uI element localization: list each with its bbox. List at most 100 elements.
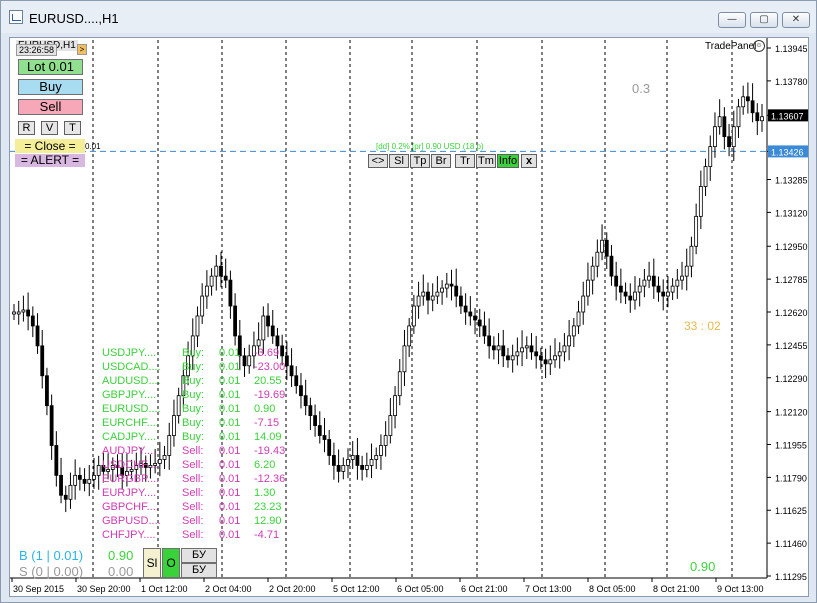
position-lot: 0.01 xyxy=(219,403,241,415)
close-window-button[interactable]: ✕ xyxy=(782,12,810,28)
candle-body xyxy=(233,305,238,337)
buy-summary: B (1 | 0.01) xyxy=(19,548,84,563)
expand-arrow-button[interactable]: > xyxy=(77,44,87,55)
position-row[interactable]: USDJPY.... Buy: 0.01 -3.69 xyxy=(102,347,302,360)
toolbar-info-button[interactable]: Info xyxy=(497,154,519,168)
t-button[interactable]: T xyxy=(64,121,81,135)
price-tick-label: 1.13945 xyxy=(775,44,808,54)
candle-body xyxy=(77,474,82,480)
candle-body xyxy=(538,355,543,361)
minimize-button[interactable]: — xyxy=(718,12,746,28)
candle-body xyxy=(618,285,623,293)
restore-button[interactable]: ▢ xyxy=(750,12,778,28)
position-pnl: 20.55 xyxy=(254,375,282,387)
candle-body xyxy=(647,275,651,281)
candle-body xyxy=(435,291,440,297)
toolbar-tp-button[interactable]: Tp xyxy=(410,154,430,168)
position-symbol: CHFJPY.... xyxy=(102,529,156,541)
position-row[interactable]: AUDJPY.... Sell: 0.01 -19.43 xyxy=(102,445,302,458)
summary-sl-button[interactable]: Sl xyxy=(143,548,161,578)
title-bar[interactable]: EURUSD....,H1 — ▢ ✕ xyxy=(1,1,816,33)
position-row[interactable]: EURCHF.... Buy: 0.01 -7.15 xyxy=(102,417,302,430)
toolbar-move-button[interactable]: <> xyxy=(368,154,388,168)
breakeven-button-2[interactable]: БУ xyxy=(181,563,217,578)
summary-o-button[interactable]: O xyxy=(162,548,180,578)
position-lot: 0.01 xyxy=(219,501,241,513)
toolbar-br-button[interactable]: Br xyxy=(431,154,451,168)
candle-body xyxy=(595,251,600,267)
candle-body xyxy=(703,166,708,187)
toolbar-tr-button[interactable]: Tr xyxy=(455,154,475,168)
time-tick-label: 6 Oct 21:00 xyxy=(461,584,508,594)
candle-body xyxy=(651,275,656,287)
candle-body xyxy=(548,359,553,365)
candle-body xyxy=(717,116,722,128)
breakeven-button-1[interactable]: БУ xyxy=(181,548,217,563)
spread-value: 0.3 xyxy=(632,81,651,96)
candle-body xyxy=(487,335,492,347)
position-side: Sell: xyxy=(182,529,204,541)
position-row[interactable]: GBPCHF.... Sell: 0.01 23.23 xyxy=(102,501,302,514)
candle-body xyxy=(223,275,228,281)
close-all-button[interactable]: = Close = xyxy=(15,139,85,153)
position-lot: 0.01 xyxy=(219,431,241,443)
position-row[interactable]: USDCAD.... Buy: 0.01 -23.00 xyxy=(102,361,302,374)
position-symbol: USDCAD.... xyxy=(102,361,161,373)
candle-body xyxy=(21,309,26,313)
candle-body xyxy=(473,315,477,321)
candle-body xyxy=(92,474,96,480)
position-pnl: 12.90 xyxy=(254,515,282,527)
position-side: Sell: xyxy=(182,445,204,457)
window-title: EURUSD....,H1 xyxy=(29,11,119,26)
lot-button[interactable]: Lot 0.01 xyxy=(18,59,83,75)
position-lot: 0.01 xyxy=(219,515,241,527)
candle-body xyxy=(604,239,609,257)
position-side: Sell: xyxy=(182,501,204,513)
candle-body xyxy=(506,355,510,361)
smile-icon[interactable]: ☺ xyxy=(753,40,765,52)
candle-body xyxy=(689,245,694,267)
sell-button[interactable]: Sell xyxy=(18,99,83,115)
position-side: Buy: xyxy=(182,417,205,429)
toolbar-tm-button[interactable]: Tm xyxy=(476,154,496,168)
buy-button[interactable]: Buy xyxy=(18,79,83,95)
candle-body xyxy=(609,255,614,277)
price-tick-label: 1.13120 xyxy=(775,208,808,218)
candle-body xyxy=(440,287,445,293)
position-row[interactable]: GBPUSD.... Sell: 0.01 12.90 xyxy=(102,515,302,528)
position-row[interactable]: CHFJPY.... Sell: 0.01 -4.71 xyxy=(102,529,302,542)
candle-body xyxy=(364,465,369,470)
toolbar-close-button[interactable]: x xyxy=(521,154,537,168)
position-row[interactable]: EURUSD.... Buy: 0.01 0.90 xyxy=(102,403,302,416)
v-button[interactable]: V xyxy=(41,121,58,135)
position-lot: 0.01 xyxy=(219,445,241,457)
position-row[interactable]: CADJPY.... Buy: 0.01 14.09 xyxy=(102,431,302,444)
candle-body xyxy=(195,315,200,337)
position-side: Sell: xyxy=(182,487,204,499)
position-row[interactable]: GBPJPY.... Buy: 0.01 -19.69 xyxy=(102,389,302,402)
sell-summary: S (0 | 0.00) xyxy=(19,564,84,579)
time-tick-label: 8 Oct 05:00 xyxy=(589,584,636,594)
candle-body xyxy=(727,136,731,148)
candle-body xyxy=(694,215,699,247)
candle-body xyxy=(214,265,219,277)
position-row[interactable]: EURJPY.... Sell: 0.01 1.30 xyxy=(102,487,302,500)
time-tick-label: 30 Sep 20:00 xyxy=(77,584,131,594)
position-symbol: GBPCHF.... xyxy=(102,501,159,513)
candle-body xyxy=(731,126,736,148)
position-row[interactable]: AUDUSD.... Buy: 0.01 20.55 xyxy=(102,375,302,388)
chart-area[interactable]: 1.13945 1.13780 1.13607 1.13426 1.13285 1.131… xyxy=(9,37,809,597)
candle-body xyxy=(571,325,576,337)
alert-button[interactable]: = ALERT = xyxy=(15,154,85,167)
toolbar-sl-button[interactable]: Sl xyxy=(389,154,409,168)
position-row[interactable]: EURGBP.... Sell: 0.01 -12.36 xyxy=(102,473,302,486)
candle-body xyxy=(491,345,496,351)
time-tick-label: 2 Oct 20:00 xyxy=(269,584,316,594)
position-symbol: GBPJPY.... xyxy=(102,389,157,401)
r-button[interactable]: R xyxy=(18,121,35,135)
time-tick-label: 6 Oct 05:00 xyxy=(397,584,444,594)
candle-body xyxy=(477,319,482,327)
line-info-text: [dd] 0.2% [pr] 0.90 USD (18 p) xyxy=(376,142,484,151)
candle-body xyxy=(666,291,670,297)
position-row[interactable]: USDCHF.... Sell: 0.01 6.20 xyxy=(102,459,302,472)
